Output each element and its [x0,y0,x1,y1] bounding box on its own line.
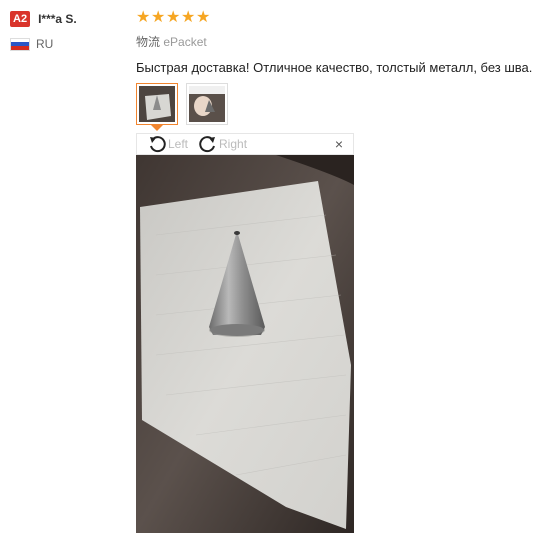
photo-thumbnails [136,83,228,125]
close-viewer-button[interactable]: × [335,136,343,152]
reviewer-info: A2 I***a S. RU [10,10,120,51]
rotate-left-label: Left [168,137,189,151]
thumbnail-image [139,86,175,122]
rotate-right-label: Right [219,137,248,151]
star-icon: ★ [181,9,196,26]
russia-flag-icon [10,37,30,51]
star-icon: ★ [166,9,181,26]
rotate-left-button[interactable]: Left [147,134,188,154]
photo-thumbnail[interactable] [186,83,228,125]
reviewer-country: RU [10,37,120,51]
rotate-left-icon [150,136,166,153]
review-photo[interactable] [136,155,354,533]
thumbnail-image [189,86,225,122]
rotate-right-button[interactable]: Right [198,134,247,154]
logistics-label: 物流 [136,35,161,49]
country-code: RU [36,37,54,51]
star-icon: ★ [196,9,211,26]
image-viewer-toolbar: Left Right × [136,133,354,155]
star-icon: ★ [136,9,151,26]
review-body: ★ ★ ★ ★ ★ 物流 ePacket Быстрая доставка! О… [136,10,546,76]
rotate-right-icon [199,136,216,153]
star-icon: ★ [151,9,166,26]
photo-thumbnail[interactable] [136,83,178,125]
reviewer-row: A2 I***a S. [10,10,120,28]
selected-thumbnail-pointer [151,125,163,131]
buyer-level-badge: A2 [10,11,31,27]
piping-nozzle-photo [136,155,354,533]
feedback-text: Быстрая доставка! Отличное качество, тол… [136,60,533,75]
logistics-info: 物流 ePacket [136,33,546,50]
logistics-value: ePacket [163,35,207,49]
reviewer-name: I***a S. [38,12,77,26]
star-rating: ★ ★ ★ ★ ★ [136,10,546,26]
